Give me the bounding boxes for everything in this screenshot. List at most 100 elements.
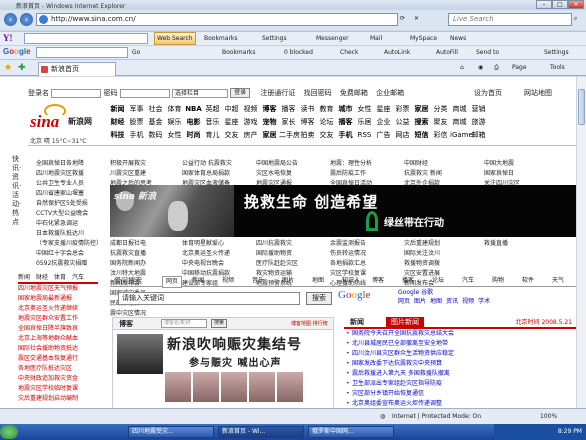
headline-link[interactable]: CCTV大型公益晚会: [36, 209, 108, 219]
nav-link[interactable]: 社会: [146, 103, 165, 116]
yahoo-bookmarks-button[interactable]: Bookmarks: [204, 33, 238, 45]
nav-link[interactable]: 博客: [260, 103, 279, 116]
headline-link[interactable]: 自然保护区5处受损: [36, 199, 108, 209]
headline-link[interactable]: 地震：理性分析: [330, 159, 400, 169]
google-settings-button[interactable]: Settings: [544, 47, 569, 59]
tab-picture-news[interactable]: 图片新闻: [386, 317, 424, 328]
page-menu[interactable]: Page: [512, 62, 527, 74]
nav-link[interactable]: 交友: [222, 129, 241, 142]
google-popup-blocked[interactable]: 0 blocked: [284, 47, 313, 59]
search-tab[interactable]: 视频: [222, 276, 234, 286]
headline-link[interactable]: 四川地震灾区救援: [36, 169, 108, 179]
nav-link[interactable]: 交友: [317, 129, 336, 142]
yahoo-myspace-button[interactable]: MySpace: [410, 33, 437, 45]
search-tab[interactable]: 播客: [402, 276, 414, 286]
print-icon[interactable]: ⎙: [494, 62, 499, 74]
google-link[interactable]: 网页: [398, 298, 410, 305]
search-tab[interactable]: 软件: [522, 276, 534, 286]
nav-link[interactable]: 女性: [165, 129, 184, 142]
left-news-item[interactable]: 震区交通基本恢复通行: [18, 354, 98, 364]
nav-link[interactable]: 邮箱: [469, 129, 488, 142]
nav-link[interactable]: 播客: [336, 116, 355, 129]
search-tab[interactable]: 天气: [552, 276, 564, 286]
headline-link[interactable]: 中国红十字会总会: [36, 249, 108, 259]
headline-link[interactable]: 灾区水电恢复: [256, 169, 326, 179]
yahoo-messenger-button[interactable]: Messenger: [316, 33, 349, 45]
set-homepage-link[interactable]: 设为首页: [474, 87, 502, 99]
nav-link[interactable]: 拍卖: [298, 129, 317, 142]
search-tab[interactable]: 知识人: [342, 276, 360, 286]
headline-link[interactable]: 伤员转运情况: [330, 249, 400, 259]
left-news-item[interactable]: 灾后重建规划启动编制: [18, 394, 98, 404]
nav-link[interactable]: 娱乐: [165, 116, 184, 129]
news-item[interactable]: 四川汶川县灾区群众生活物资供应稳定: [344, 349, 576, 359]
nav-link[interactable]: 家居: [260, 129, 279, 142]
headline-link[interactable]: 各地捐款汇总: [330, 259, 400, 269]
headline-link[interactable]: 中国财经: [404, 159, 480, 169]
left-news-item[interactable]: 地震灾区学校临时复课: [18, 384, 98, 394]
headline-link[interactable]: （专家支援川疫情防控）: [36, 239, 108, 249]
nav-link[interactable]: 企业: [374, 116, 393, 129]
yahoo-web-search-button[interactable]: Web Search: [154, 32, 196, 45]
google-link[interactable]: 学术: [478, 298, 490, 305]
nav-link[interactable]: 手机: [127, 129, 146, 142]
nav-link[interactable]: 英超: [203, 103, 222, 116]
home-icon[interactable]: ⌂: [460, 62, 464, 74]
headline-link[interactable]: 灾后重建规划: [404, 239, 480, 249]
nav-link[interactable]: RSS: [355, 129, 374, 142]
search-tab[interactable]: 论坛: [432, 276, 444, 286]
nav-link[interactable]: 新闻: [108, 103, 127, 116]
password-input[interactable]: [119, 88, 170, 98]
corp-mail-link[interactable]: 企业邮箱: [376, 89, 404, 97]
left-news-item[interactable]: 全国哀悼日降半旗致哀: [18, 324, 98, 334]
search-tab[interactable]: 地图: [312, 276, 324, 286]
zoom-level[interactable]: 100%: [540, 411, 557, 422]
nav-link[interactable]: 二手房: [279, 129, 300, 142]
nav-link[interactable]: 教育: [317, 103, 336, 116]
nav-link[interactable]: 电影: [184, 116, 203, 129]
nav-link[interactable]: 读书: [298, 103, 317, 116]
left-news-tab[interactable]: 财经: [36, 273, 48, 283]
headline-link[interactable]: 救援直播: [484, 239, 574, 249]
yahoo-mail-button[interactable]: Mail: [370, 33, 382, 45]
nav-link[interactable]: 体育: [165, 103, 184, 116]
nav-link[interactable]: 聚友: [431, 116, 450, 129]
search-tab[interactable]: 购物: [492, 276, 504, 286]
left-news-item[interactable]: 各地医疗队抵达灾区: [18, 364, 98, 374]
nav-link[interactable]: 女性: [355, 103, 374, 116]
news-item[interactable]: 震后救援进入第九天 多国救援队撤离: [344, 369, 576, 379]
nav-link[interactable]: 中超: [222, 103, 241, 116]
nav-link[interactable]: 广告: [374, 129, 393, 142]
left-news-tab[interactable]: 汽车: [72, 273, 84, 283]
yahoo-news-button[interactable]: News: [450, 33, 466, 45]
google-link[interactable]: 资讯: [446, 298, 458, 305]
left-news-item[interactable]: 国际社会援助物资抵达: [18, 344, 98, 354]
nav-link[interactable]: 股票: [127, 116, 146, 129]
close-button[interactable]: ✕: [568, 0, 584, 9]
nav-link[interactable]: 营销: [469, 103, 488, 116]
stop-icon[interactable]: ✕: [414, 13, 419, 25]
register-link[interactable]: 注册通行证: [260, 89, 295, 97]
refresh-icon[interactable]: ⟳: [400, 13, 405, 25]
nav-link[interactable]: 宠物: [260, 116, 279, 129]
headline-link[interactable]: 四川抗震救灾: [256, 239, 326, 249]
sina-logo[interactable]: sina 新浪网 北京 晴 15°C~31°C: [30, 104, 100, 145]
tab-sina-home[interactable]: 新浪首页: [38, 62, 116, 76]
nav-link[interactable]: 军事: [127, 103, 146, 116]
nav-link[interactable]: 短信: [412, 129, 431, 142]
headline-link[interactable]: 中石化紧急调运: [36, 219, 108, 229]
headline-link[interactable]: 医疗队赶赴灾区: [256, 259, 326, 269]
nav-link[interactable]: 家居: [412, 103, 431, 116]
search-tab[interactable]: 新闻: [192, 276, 204, 286]
taskbar-item-2[interactable]: 新浪首页 - Wi...: [218, 426, 304, 438]
nav-link[interactable]: 音乐: [203, 116, 222, 129]
nav-link[interactable]: 星座: [222, 116, 241, 129]
headline-link[interactable]: 体育明星献爱心: [182, 239, 252, 249]
nav-link[interactable]: 搜索: [412, 116, 431, 129]
google-sendto-button[interactable]: Send to: [476, 47, 499, 59]
headline-link[interactable]: 中央电视台晚会: [182, 259, 252, 269]
sina-search-input[interactable]: 请输入关键词: [118, 292, 300, 305]
taskbar-item-1[interactable]: 四川地震受灾...: [128, 426, 214, 438]
yahoo-search-input[interactable]: [24, 33, 148, 44]
feeds-icon[interactable]: ◉: [478, 62, 483, 74]
